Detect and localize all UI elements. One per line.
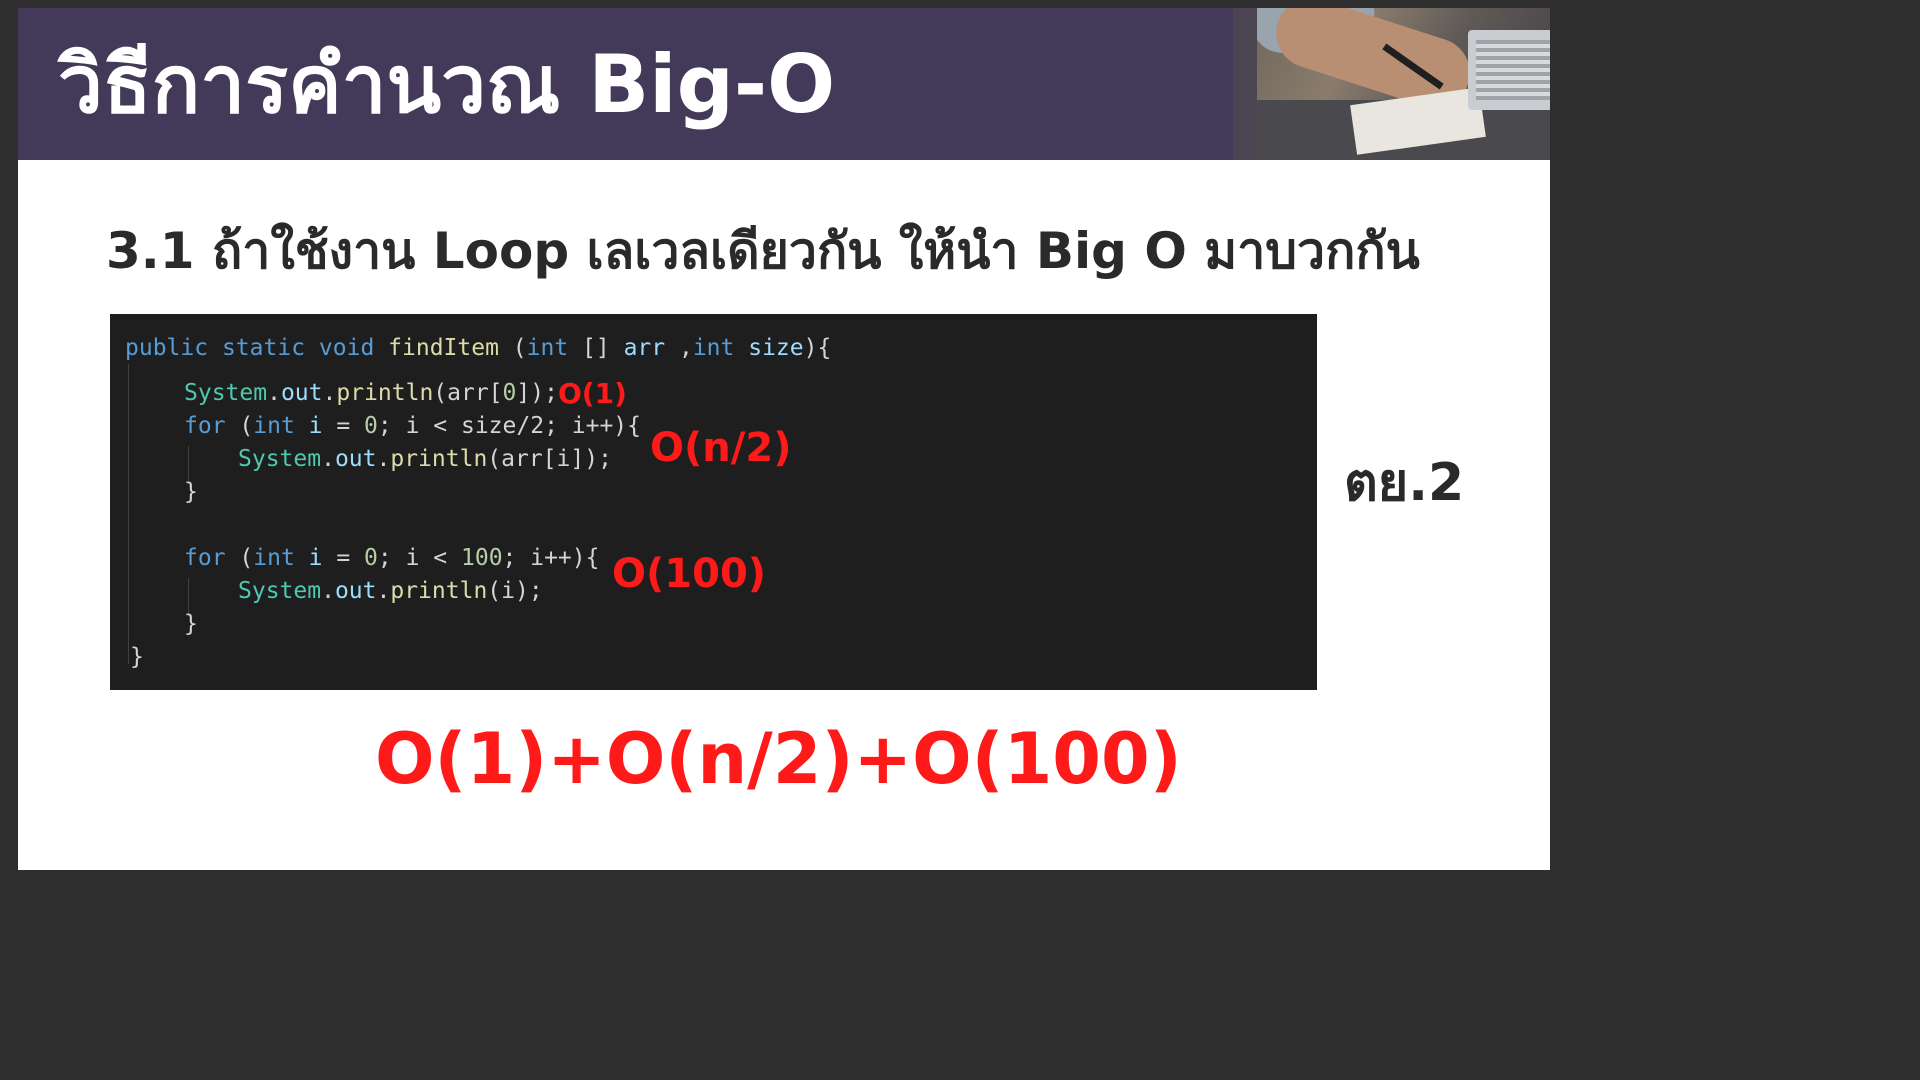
code-token: 100	[461, 545, 503, 571]
code-token: .	[321, 578, 335, 604]
slide-title: วิธีการคำนวณ Big-O	[58, 38, 836, 131]
code-token: println	[390, 446, 488, 472]
code-token: println	[390, 578, 488, 604]
code-token: (arr[	[433, 380, 503, 406]
code-token: System	[184, 380, 268, 406]
code-token: System	[238, 446, 322, 472]
code-line-8: }	[184, 611, 198, 637]
code-token: 0	[364, 413, 378, 439]
code-token: System	[238, 578, 322, 604]
code-token: int	[692, 335, 735, 361]
code-token: findItem	[388, 335, 499, 361]
annotation-on2: O(n/2)	[650, 425, 792, 471]
code-line-5: }	[184, 479, 198, 505]
code-token: int	[526, 335, 569, 361]
code-token: ){	[803, 335, 832, 361]
code-token: ,	[665, 335, 693, 361]
code-line-9: }	[130, 644, 144, 670]
code-token: .	[376, 446, 391, 472]
code-token: public	[125, 335, 209, 361]
code-token: i	[294, 545, 323, 571]
code-token: .	[321, 446, 335, 472]
code-token: arr	[623, 335, 666, 361]
code-token: out	[334, 578, 377, 604]
code-token: ]);	[516, 380, 558, 406]
code-line-4: System.out.println(arr[i]);	[238, 444, 612, 474]
code-line-3: for (int i = 0; i < size/2; i++){	[184, 411, 641, 441]
slide: วิธีการคำนวณ Big-O 3.1 ถ้าใช้งาน Loop เล…	[18, 8, 1550, 870]
code-token: out	[334, 446, 377, 472]
code-token: for	[184, 413, 226, 439]
code-token: 0	[364, 545, 378, 571]
title-bar: วิธีการคำนวณ Big-O	[18, 8, 1550, 160]
code-token: (	[225, 545, 254, 571]
code-token: ; i++){	[502, 545, 600, 571]
photo-edge	[1233, 8, 1257, 160]
code-token: =	[322, 545, 365, 571]
example-label: ตย.2	[1344, 453, 1465, 513]
code-line-7: System.out.println(i);	[238, 576, 543, 606]
code-token: []	[568, 335, 624, 361]
code-token: i	[294, 413, 323, 439]
code-token: 0	[502, 380, 517, 406]
code-snippet: public static void findItem (int [] arr …	[110, 314, 1317, 690]
code-token: (arr[i]);	[487, 446, 612, 472]
code-token: println	[336, 380, 434, 406]
code-token: int	[253, 413, 295, 439]
photo-laptop-keys	[1476, 40, 1550, 100]
code-token: out	[280, 380, 323, 406]
code-line-2: System.out.println(arr[0]);	[184, 378, 558, 408]
code-token: .	[267, 380, 281, 406]
code-token: (	[225, 413, 254, 439]
code-line-6: for (int i = 0; i < 100; i++){	[184, 543, 599, 573]
code-token: .	[322, 380, 337, 406]
header-photo	[1233, 8, 1550, 160]
code-token: ; i < size/2; i++){	[377, 413, 642, 439]
annotation-o1: O(1)	[558, 377, 627, 410]
code-token: void	[318, 335, 375, 361]
code-token: =	[322, 413, 365, 439]
photo-laptop	[1468, 30, 1550, 110]
code-token: (i);	[487, 578, 543, 604]
slide-subtitle: 3.1 ถ้าใช้งาน Loop เลเวลเดียวกัน ให้นำ B…	[106, 222, 1420, 280]
code-token: size	[748, 335, 804, 361]
indent-guide	[128, 364, 129, 664]
code-token: (	[498, 335, 527, 361]
code-token: ; i <	[377, 545, 461, 571]
code-token: int	[253, 545, 295, 571]
big-o-formula: O(1)+O(n/2)+O(100)	[375, 718, 1182, 800]
code-token: for	[184, 545, 226, 571]
code-token: .	[376, 578, 391, 604]
code-line-1: public static void findItem (int [] arr …	[125, 333, 831, 363]
code-token: static	[221, 335, 306, 361]
annotation-o100: O(100)	[612, 551, 767, 597]
